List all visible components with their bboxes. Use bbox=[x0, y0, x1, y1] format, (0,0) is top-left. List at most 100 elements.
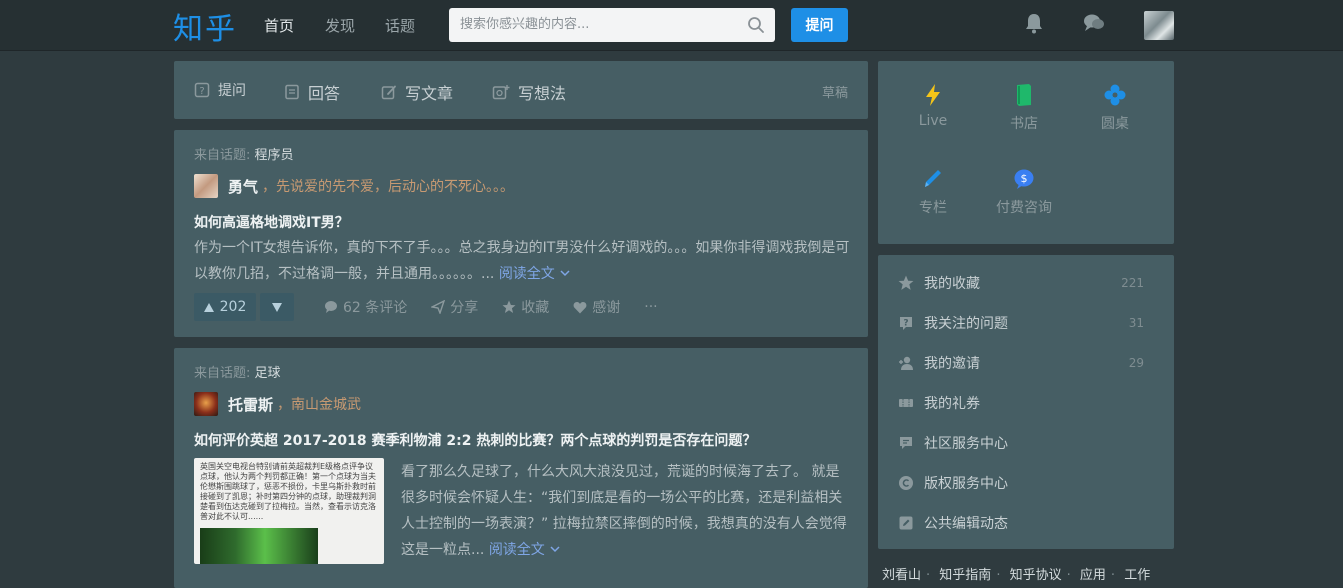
footer-link-jobs[interactable]: 工作 bbox=[1124, 568, 1150, 583]
author-name[interactable]: 托雷斯 bbox=[228, 394, 273, 415]
feed-card: 来自话题: 足球 托雷斯 ，南山金城武 如何评价英超 2017-2018 赛季利… bbox=[174, 348, 868, 588]
sidebar-item-community-service[interactable]: 社区服务中心 bbox=[898, 433, 1144, 453]
triangle-up-icon bbox=[203, 302, 214, 312]
grid-label: Live bbox=[918, 113, 948, 129]
consult-icon: $ bbox=[1014, 169, 1034, 189]
answer-excerpt[interactable]: 看了那么久足球了，什么大风大浪没见过，荒诞的时候海了去了。 就是很多时候会怀疑人… bbox=[401, 459, 851, 563]
author-name[interactable]: 勇气 bbox=[228, 176, 258, 197]
sidebar-item-label: 我关注的问题 bbox=[924, 316, 1008, 332]
author-row: 勇气 ，先说爱的先不爱，后动心的不死心。。。 bbox=[194, 174, 514, 198]
search-input[interactable] bbox=[449, 8, 740, 40]
messages-icon[interactable] bbox=[1083, 12, 1105, 34]
nav-discover[interactable]: 发现 bbox=[325, 15, 355, 36]
footer-link-liukanshan[interactable]: 刘看山 bbox=[882, 568, 921, 583]
answer-thumbnail[interactable]: 英国关空电视台特别请前英超裁判E级格点评争议点球，他认为两个判罚都正确！第一个点… bbox=[194, 458, 384, 564]
edit-icon bbox=[899, 516, 913, 530]
grid-item-live[interactable]: Live bbox=[888, 83, 978, 129]
search-box bbox=[449, 8, 775, 42]
compose-ask-button[interactable]: ? 提问 bbox=[194, 80, 246, 100]
read-more-link[interactable]: 阅读全文 bbox=[499, 266, 571, 282]
heart-icon bbox=[573, 301, 587, 313]
sidebar-item-label: 公共编辑动态 bbox=[924, 516, 1008, 532]
copyright-icon bbox=[899, 476, 913, 490]
compose-answer-button[interactable]: 回答 bbox=[284, 80, 340, 104]
compose-bar: ? 提问 回答 写文章 写想法 草稿 bbox=[174, 61, 868, 119]
search-icon[interactable] bbox=[747, 16, 765, 34]
footer-link-guide[interactable]: 知乎指南 bbox=[939, 568, 991, 583]
triangle-down-icon bbox=[272, 302, 282, 312]
sidebar-item-followed-questions[interactable]: ? 我关注的问题 31 bbox=[898, 313, 1144, 333]
comments-label: 62 条评论 bbox=[343, 300, 408, 316]
coupon-icon bbox=[899, 399, 913, 407]
sidebar-item-count: 31 bbox=[1128, 316, 1144, 330]
product-grid: Live 书店 圆桌 专栏 $ 付费咨询 bbox=[878, 61, 1174, 244]
star-icon bbox=[502, 300, 516, 313]
grid-item-roundtable[interactable]: 圆桌 bbox=[1070, 83, 1160, 133]
chevron-down-icon bbox=[560, 270, 570, 277]
sidebar-item-label: 版权服务中心 bbox=[924, 476, 1008, 492]
svg-text:?: ? bbox=[199, 86, 204, 97]
question-title[interactable]: 如何高逼格地调戏IT男？ bbox=[194, 212, 349, 232]
invite-icon bbox=[899, 356, 913, 370]
topic-prefix: 来自话题: bbox=[194, 366, 251, 381]
sidebar-item-invitations[interactable]: 我的邀请 29 bbox=[898, 353, 1144, 373]
grid-label: 付费咨询 bbox=[996, 200, 1052, 216]
answer-actions: 202 62 条评论 分享 收藏 感谢 ··· bbox=[194, 293, 658, 321]
nav-home[interactable]: 首页 bbox=[264, 15, 294, 36]
sidebar-item-count: 29 bbox=[1128, 356, 1144, 370]
author-bio: ，先说爱的先不爱，后动心的不死心。。。 bbox=[262, 179, 515, 195]
sidebar-item-count: 221 bbox=[1121, 276, 1144, 290]
zhihu-logo[interactable]: 知乎 bbox=[173, 4, 237, 48]
topic-link[interactable]: 足球 bbox=[255, 366, 281, 381]
sidebar-item-label: 我的礼券 bbox=[924, 396, 980, 412]
star-icon bbox=[898, 275, 914, 290]
sidebar-item-collections[interactable]: 我的收藏 221 bbox=[898, 273, 1144, 293]
share-button[interactable]: 分享 bbox=[431, 297, 478, 317]
bell-icon[interactable] bbox=[1024, 12, 1044, 34]
question-icon: ? bbox=[900, 317, 912, 330]
author-avatar[interactable] bbox=[194, 392, 218, 416]
grid-item-bookstore[interactable]: 书店 bbox=[979, 83, 1069, 133]
idea-icon bbox=[492, 85, 510, 100]
thanks-button[interactable]: 感谢 bbox=[573, 297, 620, 317]
collect-button[interactable]: 收藏 bbox=[502, 297, 549, 317]
grid-item-paid-consult[interactable]: $ 付费咨询 bbox=[979, 167, 1069, 217]
author-row: 托雷斯 ，南山金城武 bbox=[194, 392, 361, 416]
compose-article-button[interactable]: 写文章 bbox=[381, 80, 453, 104]
personal-links: 我的收藏 221 ? 我关注的问题 31 我的邀请 29 我的礼券 社区服务中心… bbox=[878, 255, 1174, 549]
downvote-button[interactable] bbox=[260, 293, 294, 321]
vote-count: 202 bbox=[219, 299, 247, 315]
roundtable-icon bbox=[1104, 84, 1126, 106]
sidebar-item-coupons[interactable]: 我的礼券 bbox=[898, 393, 1144, 413]
more-options-button[interactable]: ··· bbox=[644, 299, 657, 315]
excerpt-text: 看了那么久足球了，什么大风大浪没见过，荒诞的时候海了去了。 就是很多时候会怀疑人… bbox=[401, 464, 847, 558]
grid-label: 书店 bbox=[1010, 116, 1038, 132]
sidebar-item-copyright-service[interactable]: 版权服务中心 bbox=[898, 473, 1144, 493]
user-avatar[interactable] bbox=[1144, 11, 1174, 40]
collect-label: 收藏 bbox=[521, 300, 550, 316]
author-avatar[interactable] bbox=[194, 174, 218, 198]
footer-link-apps[interactable]: 应用 bbox=[1080, 568, 1106, 583]
sidebar-item-public-edits[interactable]: 公共编辑动态 bbox=[898, 513, 1144, 533]
comments-button[interactable]: 62 条评论 bbox=[324, 297, 407, 317]
thanks-label: 感谢 bbox=[592, 300, 621, 316]
ask-question-button[interactable]: 提问 bbox=[791, 8, 848, 42]
grid-item-column[interactable]: 专栏 bbox=[888, 167, 978, 217]
topic-link[interactable]: 程序员 bbox=[255, 148, 294, 163]
lightning-icon bbox=[926, 84, 940, 106]
read-more-link[interactable]: 阅读全文 bbox=[489, 542, 561, 558]
read-more-label: 阅读全文 bbox=[488, 542, 545, 558]
nav-topics[interactable]: 话题 bbox=[385, 15, 415, 36]
sidebar-item-label: 社区服务中心 bbox=[924, 436, 1008, 452]
answer-excerpt[interactable]: 作为一个IT女想告诉你，真的下不了手。。。总之我身边的IT男没什么好调戏的。。。… bbox=[194, 235, 854, 287]
question-title[interactable]: 如何评价英超 2017-2018 赛季利物浦 2:2 热刺的比赛？两个点球的判罚… bbox=[194, 430, 756, 450]
grid-label: 圆桌 bbox=[1101, 116, 1129, 132]
upvote-button[interactable]: 202 bbox=[194, 293, 256, 321]
chevron-down-icon bbox=[550, 546, 560, 553]
answer-icon bbox=[285, 84, 299, 100]
footer-link-terms[interactable]: 知乎协议 bbox=[1010, 568, 1062, 583]
drafts-link[interactable]: 草稿 bbox=[822, 82, 848, 101]
compose-idea-button[interactable]: 写想法 bbox=[492, 80, 566, 104]
thumbnail-text: 英国关空电视台特别请前英超裁判E级格点评争议点球，他认为两个判罚都正确！第一个点… bbox=[200, 462, 376, 521]
question-icon: ? bbox=[194, 82, 210, 98]
